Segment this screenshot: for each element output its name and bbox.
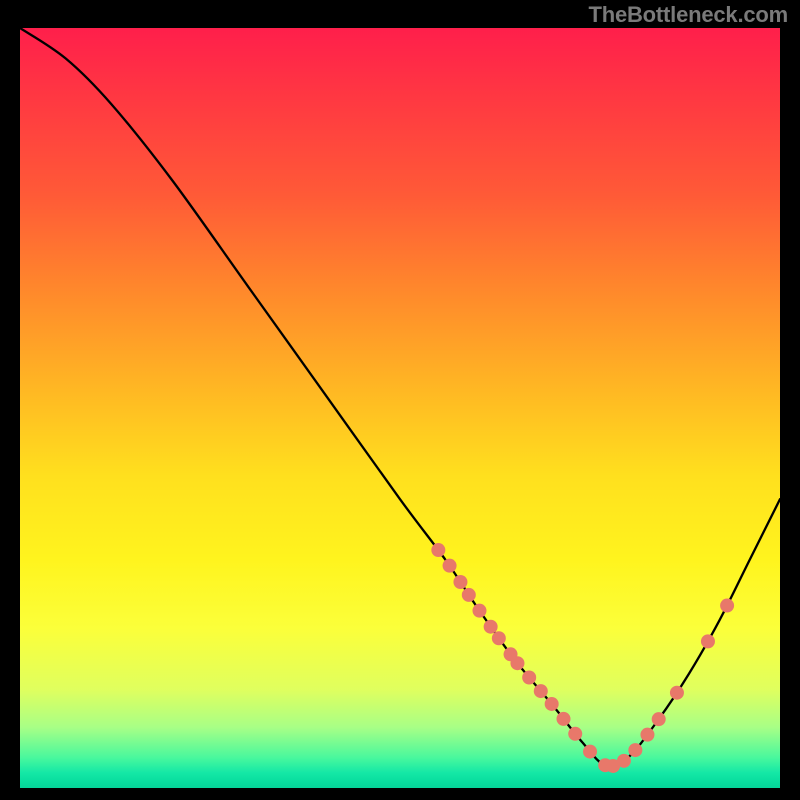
highlight-dot [472,604,486,618]
highlight-dot [628,743,642,757]
watermark-label: TheBottleneck.com [588,2,788,28]
highlight-dot [492,631,506,645]
highlight-dot [522,670,536,684]
highlight-dot [652,712,666,726]
highlight-dot [640,728,654,742]
highlight-dot [720,599,734,613]
highlight-dot [484,620,498,634]
highlight-dot [617,754,631,768]
chart-container: TheBottleneck.com [0,0,800,800]
highlight-dot [453,575,467,589]
highlight-dot [510,656,524,670]
highlight-dot [583,745,597,759]
highlight-dot [545,697,559,711]
highlight-dot [462,588,476,602]
highlight-dot [670,686,684,700]
plot-area [20,28,780,788]
highlight-dot [568,727,582,741]
highlight-dot [534,684,548,698]
highlight-points [20,28,780,788]
highlight-dot [701,634,715,648]
highlight-dot [431,543,445,557]
highlight-dot [443,559,457,573]
highlight-dot [557,712,571,726]
